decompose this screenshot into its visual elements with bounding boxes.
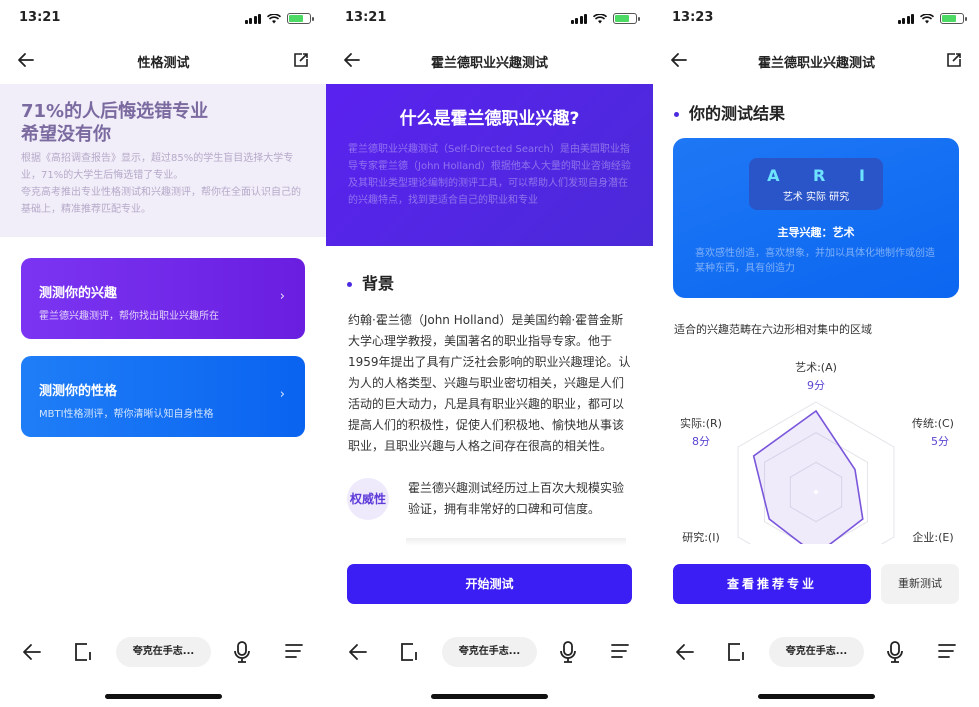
card-title: 测测你的性格: [39, 384, 118, 399]
home-indicator: [105, 694, 222, 699]
result-code-labels: 艺术 实际 研究: [782, 192, 850, 203]
browser-back-icon[interactable]: [21, 641, 43, 663]
dominant-interest: 主导兴趣：艺术: [777, 226, 855, 239]
menu-icon[interactable]: [611, 643, 629, 659]
result-card: A R I 艺术 实际 研究 主导兴趣：艺术 喜欢感性创造，喜欢想象，并加以具体…: [673, 138, 959, 298]
battery-icon: [940, 13, 967, 24]
holland-intro-screen: 13:21 霍兰德职业兴趣测试 什么是霍兰德职业兴趣? 霍兰德职业兴趣测试（Se…: [326, 0, 653, 707]
chevron-right-icon: ›: [279, 289, 285, 304]
tabs-icon[interactable]: [726, 642, 746, 662]
holland-result-screen: 13:23 霍兰德职业兴趣测试 你的测试结果 A R I 艺术 实际 研究 主导…: [653, 0, 979, 707]
status-indicators: [244, 13, 314, 24]
view-recommended-majors-button[interactable]: 查看推荐专业: [673, 564, 871, 604]
intro-banner: 什么是霍兰德职业兴趣? 霍兰德职业兴趣测试（Self-Directed Sear…: [326, 84, 653, 246]
nav-bar: 霍兰德职业兴趣测试: [653, 44, 979, 78]
nav-bar: 性格测试: [0, 44, 327, 78]
browser-back-icon[interactable]: [674, 641, 696, 663]
result-code: A R I: [767, 166, 879, 185]
browser-bottom-bar: 夸克在手志...: [0, 630, 327, 676]
intro-title: 什么是霍兰德职业兴趣?: [399, 109, 580, 129]
browser-bottom-bar: 夸克在手志...: [653, 630, 979, 676]
screens-container: 13:21 性格测试 71%的人后悔选错专业 希望没有你 根据《高招调查报告》显示…: [0, 0, 979, 707]
intro-description: 霍兰德职业兴趣测试（Self-Directed Search）是由美国职业指导专…: [348, 144, 631, 206]
wifi-icon: [920, 13, 934, 23]
home-indicator: [758, 694, 875, 699]
tabs-icon[interactable]: [399, 642, 419, 662]
result-code-box: A R I 艺术 实际 研究: [749, 158, 883, 210]
bullet-dot-icon: [347, 282, 352, 287]
status-bar: 13:21: [326, 8, 653, 30]
status-indicators: [570, 13, 640, 24]
hero-description-2: 夸克高考推出专业性格测试和兴趣测评，帮你在全面认识自己的基础上，精准推荐匹配专业…: [21, 187, 301, 215]
hero-description-1: 根据《高招调查报告》显示，超过85%的学生盲目选择大学专业，71%的大学生后悔选…: [21, 153, 294, 181]
hero-banner: 71%的人后悔选错专业 希望没有你 根据《高招调查报告》显示，超过85%的学生盲目…: [0, 84, 327, 237]
address-pill[interactable]: 夸克在手志...: [116, 637, 211, 667]
result-section-title: 你的测试结果: [674, 100, 785, 124]
page-title: 霍兰德职业兴趣测试: [757, 56, 875, 71]
radar-label-e: 企业:(E): [912, 531, 954, 544]
address-pill[interactable]: 夸克在手志...: [442, 637, 537, 667]
wifi-icon: [593, 13, 607, 23]
radar-center-dot: [814, 490, 818, 494]
background-section-title: 背景: [347, 270, 394, 294]
hero-title-line-2: 希望没有你: [21, 124, 111, 145]
status-time: 13:23: [672, 10, 714, 25]
card-subtitle: 霍兰德兴趣测评，帮你找出职业兴趣所在: [39, 311, 219, 322]
status-time: 13:21: [19, 10, 61, 25]
radar-label-a: 艺术:(A) 9分: [795, 361, 837, 392]
status-bar: 13:21: [0, 8, 327, 30]
radar-caption: 适合的兴趣范畴在六边形相对集中的区域: [674, 323, 872, 336]
radar-chart: 艺术:(A) 9分 传统:(C) 5分 实际:(R) 8分 企业:(E) 研究:(I): [653, 350, 979, 544]
tabs-icon[interactable]: [73, 642, 93, 662]
cellular-icon: [570, 13, 587, 24]
address-pill[interactable]: 夸克在手志...: [769, 637, 864, 667]
status-indicators: [897, 13, 967, 24]
browser-bottom-bar: 夸克在手志...: [326, 630, 653, 676]
page-title: 霍兰德职业兴趣测试: [430, 56, 548, 71]
nav-bar: 霍兰德职业兴趣测试: [326, 44, 653, 78]
personality-test-screen: 13:21 性格测试 71%的人后悔选错专业 希望没有你 根据《高招调查报告》显示…: [0, 0, 327, 707]
home-indicator: [431, 694, 548, 699]
radar-score-area: [752, 409, 864, 544]
cellular-icon: [244, 13, 261, 24]
personality-test-card[interactable]: 测测你的性格 MBTI性格测评，帮你清晰认知自身性格 ›: [21, 356, 305, 437]
radar-label-c: 传统:(C) 5分: [912, 417, 954, 448]
radar-label-i: 研究:(I): [682, 531, 720, 544]
scroll-fade: [406, 538, 626, 546]
radar-label-r: 实际:(R) 8分: [680, 417, 722, 448]
battery-icon: [613, 13, 640, 24]
retest-button[interactable]: 重新测试: [881, 564, 959, 604]
browser-back-icon[interactable]: [347, 641, 369, 663]
microphone-icon[interactable]: [885, 641, 905, 663]
start-test-button[interactable]: 开始测试: [347, 564, 632, 604]
cellular-icon: [897, 13, 914, 24]
share-icon[interactable]: [946, 52, 962, 68]
background-text: 约翰·霍兰德（John Holland）是美国约翰·霍普金斯大学心理学教授，美国…: [348, 313, 631, 453]
wifi-icon: [267, 13, 281, 23]
authority-badge: 权威性: [347, 478, 389, 520]
card-subtitle: MBTI性格测评，帮你清晰认知自身性格: [39, 409, 214, 420]
status-bar: 13:23: [653, 8, 979, 30]
page-title: 性格测试: [137, 56, 190, 71]
card-title: 测测你的兴趣: [39, 286, 118, 301]
menu-icon[interactable]: [938, 643, 956, 659]
microphone-icon[interactable]: [558, 641, 578, 663]
status-time: 13:21: [345, 10, 387, 25]
microphone-icon[interactable]: [232, 641, 252, 663]
menu-icon[interactable]: [285, 643, 303, 659]
bullet-dot-icon: [674, 112, 679, 117]
hero-title-line-1: 71%的人后悔选错专业: [21, 101, 209, 122]
chevron-right-icon: ›: [279, 387, 285, 402]
authority-text: 霍兰德兴趣测试经历过上百次大规模实验验证，拥有非常好的口碑和可信度。: [408, 481, 625, 516]
share-icon[interactable]: [293, 52, 309, 68]
interest-test-card[interactable]: 测测你的兴趣 霍兰德兴趣测评，帮你找出职业兴趣所在 ›: [21, 258, 305, 339]
battery-icon: [287, 13, 314, 24]
dominant-interest-description: 喜欢感性创造，喜欢想象，并加以具体化地制作或创造某种东西，具有创造力: [695, 248, 935, 274]
